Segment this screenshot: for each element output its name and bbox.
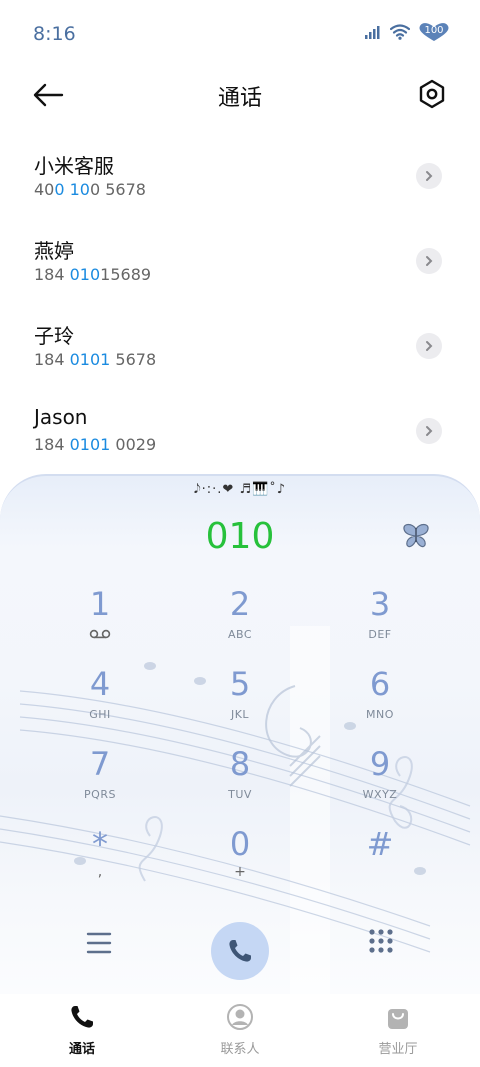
key-5[interactable]: 5 JKL [170, 660, 310, 740]
contact-number: 184 0101 0029 [34, 435, 157, 454]
key-digit: 9 [369, 745, 391, 783]
key-letters: PQRS [84, 788, 116, 801]
key-digit: 2 [229, 585, 251, 623]
contact-name: Jason [34, 405, 88, 429]
nav-item-calls[interactable]: 通话 [32, 1002, 132, 1057]
key-letters: WXYZ [362, 788, 398, 801]
chevron-right-icon [426, 256, 433, 266]
menu-icon [86, 932, 112, 954]
dial-keypad: 1 2 ABC 3 DEF 4 GHI 5 JKL 6 MNO 7 PQRS 8… [30, 580, 450, 900]
call-detail-button[interactable] [416, 248, 442, 274]
nav-label: 联系人 [220, 1042, 260, 1057]
key-0[interactable]: 0 + [170, 820, 310, 900]
key-letters: TUV [228, 788, 252, 801]
key-7[interactable]: 7 PQRS [30, 740, 170, 820]
butterfly-icon [403, 523, 429, 548]
key-star[interactable]: * , [30, 820, 170, 900]
butterfly-theme-button[interactable] [400, 520, 432, 552]
key-hash[interactable]: # [310, 820, 450, 900]
key-letters: GHI [89, 708, 111, 721]
recent-calls-list: 小米客服 400 100 5678 燕婷 184 01015689 子玲 184… [0, 132, 480, 472]
nav-item-contacts[interactable]: 联系人 [190, 1002, 290, 1057]
key-digit: 0 [229, 825, 251, 863]
contact-number: 184 0101 5678 [34, 350, 157, 369]
nav-label: 营业厅 [378, 1042, 418, 1057]
contact-name: 子玲 [34, 324, 74, 348]
key-letters: + [234, 864, 246, 880]
recent-call-item[interactable]: 燕婷 184 01015689 [0, 217, 480, 302]
dialer-panel: 𝅘𝅥𝅮·:·.❤ ♬🎹˚♪ 010 1 2 ABC 3 DEF 4 GHI 5 … [0, 474, 480, 994]
chevron-right-icon [426, 341, 433, 351]
call-detail-button[interactable] [416, 418, 442, 444]
key-digit: 5 [229, 665, 251, 703]
contact-number: 184 01015689 [34, 265, 152, 284]
wifi-icon [390, 24, 410, 40]
key-digit: 1 [89, 585, 111, 623]
key-4[interactable]: 4 GHI [30, 660, 170, 740]
nav-label: 通话 [68, 1042, 95, 1057]
keypad-toggle-button[interactable] [366, 926, 396, 956]
app-header: 通话 [0, 72, 480, 118]
signal-icon [365, 26, 380, 39]
key-8[interactable]: 8 TUV [170, 740, 310, 820]
page-title: 通话 [217, 86, 262, 111]
chevron-right-icon [426, 426, 433, 436]
store-bag-icon [388, 1009, 408, 1029]
status-time: 8:16 [33, 23, 76, 45]
dialer-actions [0, 914, 480, 984]
phone-icon [71, 1006, 93, 1028]
key-digit: # [366, 825, 394, 863]
chevron-right-icon [426, 171, 433, 181]
key-3[interactable]: 3 DEF [310, 580, 450, 660]
key-digit: 7 [89, 745, 111, 783]
key-letters: MNO [366, 708, 394, 721]
recent-call-item[interactable]: 小米客服 400 100 5678 [0, 132, 480, 217]
contacts-icon [227, 1004, 253, 1030]
recent-call-item[interactable]: Jason 184 0101 0029 [0, 387, 480, 472]
contact-name: 燕婷 [34, 239, 74, 263]
key-digit: 8 [229, 745, 251, 783]
recent-call-item[interactable]: 子玲 184 0101 5678 [0, 302, 480, 387]
nav-item-store[interactable]: 营业厅 [348, 1002, 448, 1057]
battery-level: 100 [424, 25, 444, 36]
key-letters: ABC [227, 628, 253, 641]
battery-icon: 100 [418, 22, 450, 42]
voicemail-icon [89, 629, 111, 639]
key-letters: JKL [230, 708, 250, 721]
contact-name: 小米客服 [34, 154, 114, 178]
music-notes-decoration: 𝅘𝅥𝅮·:·.❤ ♬🎹˚♪ [193, 482, 287, 497]
key-digit: 4 [89, 665, 111, 703]
bottom-navigation: 通话 联系人 营业厅 [0, 994, 480, 1067]
key-digit: 6 [369, 665, 391, 703]
call-detail-button[interactable] [416, 333, 442, 359]
dialpad-icon [369, 929, 393, 953]
status-icons: 100 [364, 22, 450, 42]
key-letters: DEF [368, 628, 392, 641]
call-button[interactable] [211, 922, 269, 980]
contact-number: 400 100 5678 [34, 180, 146, 199]
call-detail-button[interactable] [416, 163, 442, 189]
settings-icon [419, 79, 445, 109]
key-digit: 3 [369, 585, 391, 623]
key-2[interactable]: 2 ABC [170, 580, 310, 660]
menu-button[interactable] [84, 928, 114, 958]
key-6[interactable]: 6 MNO [310, 660, 450, 740]
settings-button[interactable] [416, 78, 448, 110]
key-digit: * [92, 825, 108, 863]
key-letters: , [97, 864, 103, 880]
phone-icon [229, 940, 251, 962]
key-9[interactable]: 9 WXYZ [310, 740, 450, 820]
status-bar: 8:16 100 [0, 0, 480, 68]
key-1[interactable]: 1 [30, 580, 170, 660]
